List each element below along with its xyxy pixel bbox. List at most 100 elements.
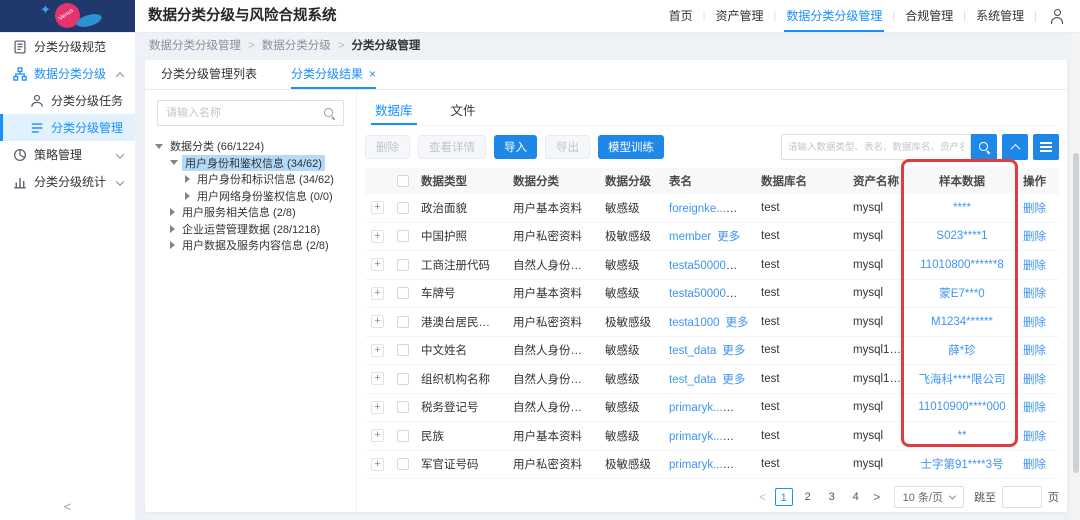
sidebar-item[interactable]: 分类分级统计 xyxy=(0,168,135,195)
table-row[interactable]: +组织机构名称自然人身份标识敏感级test_data更多testmysql131… xyxy=(365,365,1059,394)
more-link[interactable]: 更多 xyxy=(717,231,740,243)
row-expand-button[interactable]: + xyxy=(371,429,384,442)
sample-data-link[interactable]: 飞海科****限公司 xyxy=(919,374,1006,386)
table-row[interactable]: +工商注册代码自然人身份标识敏感级testa50000更多testmysql11… xyxy=(365,251,1059,280)
table-name-link[interactable]: test_data xyxy=(669,345,716,357)
sample-data-link[interactable]: 薛*珍 xyxy=(948,345,975,357)
row-checkbox[interactable] xyxy=(397,401,409,413)
sample-data-link[interactable]: S023****1 xyxy=(936,230,987,242)
table-row[interactable]: +中国护照用户私密资料极敏感级member更多testmysqlS023****… xyxy=(365,223,1059,252)
sidebar-item[interactable]: 分类分级管理 xyxy=(0,114,135,141)
table-name-link[interactable]: primaryk... xyxy=(669,459,734,471)
table-name-link[interactable]: testa1000 xyxy=(669,317,720,329)
row-checkbox[interactable] xyxy=(397,430,409,442)
scrollbar-thumb[interactable] xyxy=(1073,153,1079,473)
row-expand-button[interactable]: + xyxy=(371,201,384,214)
tree-node[interactable]: 用户网络身份鉴权信息 (0/0) xyxy=(155,188,356,205)
table-search-input[interactable] xyxy=(788,142,964,153)
tree-node[interactable]: 用户身份和标识信息 (34/62) xyxy=(155,171,356,188)
row-checkbox[interactable] xyxy=(397,344,409,356)
row-checkbox[interactable] xyxy=(397,202,409,214)
sample-data-link[interactable]: ** xyxy=(958,430,967,442)
pagination-prev-button[interactable]: < xyxy=(754,490,772,504)
select-all-checkbox[interactable] xyxy=(397,175,409,187)
search-icon[interactable] xyxy=(323,107,335,119)
row-checkbox[interactable] xyxy=(397,458,409,470)
sidebar-item[interactable]: 策略管理 xyxy=(0,141,135,168)
top-nav-item[interactable]: 数据分类分级管理 xyxy=(786,0,882,32)
row-expand-button[interactable]: + xyxy=(371,458,384,471)
table-row[interactable]: +军官证号码用户私密资料极敏感级primaryk...更多testmysql士字… xyxy=(365,451,1059,480)
pagination-page-4[interactable]: 4 xyxy=(847,488,865,506)
tab-database[interactable]: 数据库 xyxy=(375,98,413,125)
table-row[interactable]: +港澳台居民来往内地...用户私密资料极敏感级testa1000更多testmy… xyxy=(365,308,1059,337)
tree-node[interactable]: 用户服务相关信息 (2/8) xyxy=(155,204,356,221)
delete-link[interactable]: 删除 xyxy=(1023,203,1046,215)
delete-link[interactable]: 删除 xyxy=(1023,431,1046,443)
delete-link[interactable]: 删除 xyxy=(1023,260,1046,272)
caret-down-icon[interactable] xyxy=(170,160,178,165)
row-expand-button[interactable]: + xyxy=(371,401,384,414)
delete-link[interactable]: 删除 xyxy=(1023,459,1046,471)
breadcrumb-item[interactable]: 数据分类分级管理 xyxy=(149,40,241,52)
delete-link[interactable]: 删除 xyxy=(1023,317,1046,329)
table-row[interactable]: +政治面貌用户基本资料敏感级foreignke...更多testmysql***… xyxy=(365,194,1059,223)
table-name-link[interactable]: testa50000 xyxy=(669,288,737,300)
delete-link[interactable]: 删除 xyxy=(1023,231,1046,243)
toolbar-button-3[interactable]: 导入 xyxy=(494,135,537,159)
top-nav-item[interactable]: 首页 xyxy=(669,0,693,32)
caret-down-icon[interactable] xyxy=(155,144,163,149)
table-name-link[interactable]: testa50000 xyxy=(669,260,737,272)
top-nav-item[interactable]: 资产管理 xyxy=(716,0,764,32)
row-checkbox[interactable] xyxy=(397,316,409,328)
user-icon[interactable] xyxy=(1049,9,1064,24)
column-settings-button[interactable] xyxy=(1033,134,1059,160)
collapse-filter-button[interactable] xyxy=(1002,134,1028,160)
delete-link[interactable]: 删除 xyxy=(1023,402,1046,414)
top-nav-item[interactable]: 系统管理 xyxy=(976,0,1024,32)
row-expand-button[interactable]: + xyxy=(371,315,384,328)
row-expand-button[interactable]: + xyxy=(371,230,384,243)
table-row[interactable]: +民族用户基本资料敏感级primaryk...更多testmysql**删除 xyxy=(365,422,1059,451)
delete-link[interactable]: 删除 xyxy=(1023,345,1046,357)
sample-data-link[interactable]: 士字第91****3号 xyxy=(920,459,1003,471)
pagination-page-1[interactable]: 1 xyxy=(775,488,793,506)
caret-right-icon[interactable] xyxy=(170,225,175,233)
sample-data-link[interactable]: 11010900****000 xyxy=(918,401,1005,413)
breadcrumb-item[interactable]: 分类分级管理 xyxy=(351,40,420,52)
sample-data-link[interactable]: 蒙E7***0 xyxy=(939,288,984,300)
sidebar-collapse-button[interactable]: < xyxy=(0,499,135,514)
caret-right-icon[interactable] xyxy=(170,208,175,216)
row-checkbox[interactable] xyxy=(397,259,409,271)
table-row[interactable]: +车牌号用户基本资料敏感级testa50000更多testmysql蒙E7***… xyxy=(365,280,1059,309)
tree-node[interactable]: 用户身份和鉴权信息 (34/62) xyxy=(155,155,356,172)
tree-search-box[interactable] xyxy=(157,100,344,126)
more-link[interactable]: 更多 xyxy=(722,374,745,386)
delete-link[interactable]: 删除 xyxy=(1023,374,1046,386)
tree-node[interactable]: 企业运营管理数据 (28/1218) xyxy=(155,221,356,238)
row-expand-button[interactable]: + xyxy=(371,372,384,385)
table-name-link[interactable]: primaryk... xyxy=(669,402,734,414)
table-name-link[interactable]: member xyxy=(669,231,711,243)
caret-right-icon[interactable] xyxy=(170,241,175,249)
row-expand-button[interactable]: + xyxy=(371,344,384,357)
sample-data-link[interactable]: **** xyxy=(953,202,971,214)
vertical-scrollbar[interactable] xyxy=(1071,33,1080,520)
row-expand-button[interactable]: + xyxy=(371,258,384,271)
tree-search-input[interactable] xyxy=(166,107,323,119)
table-name-link[interactable]: test_data xyxy=(669,374,716,386)
sidebar-item[interactable]: 分类分级任务 xyxy=(0,87,135,114)
sidebar-item[interactable]: 数据分类分级 xyxy=(0,60,135,87)
caret-right-icon[interactable] xyxy=(185,175,190,183)
pagination-page-2[interactable]: 2 xyxy=(799,488,817,506)
pagination-page-3[interactable]: 3 xyxy=(823,488,841,506)
row-checkbox[interactable] xyxy=(397,230,409,242)
row-checkbox[interactable] xyxy=(397,287,409,299)
toolbar-button-5[interactable]: 模型训练 xyxy=(598,135,664,159)
jump-page-input[interactable] xyxy=(1002,486,1042,508)
sample-data-link[interactable]: M1234****** xyxy=(931,316,993,328)
top-nav-item[interactable]: 合规管理 xyxy=(905,0,953,32)
table-search-box[interactable] xyxy=(781,134,971,160)
row-checkbox[interactable] xyxy=(397,373,409,385)
pagination-next-button[interactable]: > xyxy=(868,490,886,504)
